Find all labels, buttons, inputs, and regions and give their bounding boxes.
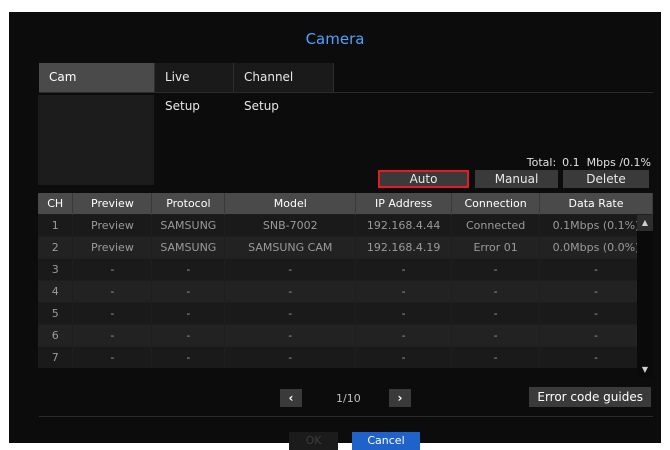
cell-preview: Preview [72, 236, 153, 259]
column-header-model: Model [224, 193, 357, 215]
column-header-ip-address: IP Address [355, 193, 453, 215]
ok-button[interactable]: OK [289, 432, 338, 450]
camera-table: CH Preview Protocol Model IP Address Connecti… [38, 193, 653, 368]
cancel-button[interactable]: Cancel [352, 432, 420, 450]
column-header-ch: CH [38, 193, 74, 215]
column-header-data-rate: Data Rate [539, 193, 653, 215]
cell-protocol: - [151, 280, 226, 303]
cell-model: SNB-7002 [224, 214, 357, 237]
cell-data-rate: - [539, 324, 653, 347]
column-header-connection: Connection [451, 193, 541, 215]
delete-button[interactable]: Delete [563, 170, 649, 188]
table-row[interactable]: 3------ [38, 258, 653, 281]
footer-divider [39, 416, 653, 417]
cell-preview: - [72, 280, 153, 303]
manual-button[interactable]: Manual [475, 170, 558, 188]
cell-data-rate: 0.1Mbps (0.1%) [539, 214, 653, 237]
cell-connection: - [451, 258, 541, 281]
cell-ch: 1 [38, 214, 74, 237]
cell-protocol: - [151, 346, 226, 368]
table-header-row: CH Preview Protocol Model IP Address Connecti… [38, 193, 653, 215]
cell-data-rate: 0.0Mbps (0.0%) [539, 236, 653, 259]
tab-channel-setup[interactable]: Channel Setup [234, 63, 334, 113]
cell-model: - [224, 302, 357, 325]
chevron-right-icon: › [397, 391, 403, 405]
preview-pane [38, 95, 154, 185]
cell-protocol: - [151, 302, 226, 325]
table-scrollbar[interactable]: ▲ ▼ [637, 215, 653, 378]
cell-ip-address: - [355, 346, 453, 368]
cell-ch: 6 [38, 324, 74, 347]
auto-button[interactable]: Auto [378, 170, 469, 188]
table-row[interactable]: 1 Preview SAMSUNG SNB-7002 192.168.4.44 Conne… [38, 214, 653, 237]
cell-model: - [224, 258, 357, 281]
cell-connection: - [451, 324, 541, 347]
chevron-left-icon: ‹ [288, 391, 294, 405]
cell-data-rate: - [539, 258, 653, 281]
column-header-protocol: Protocol [151, 193, 226, 215]
cell-ch: 4 [38, 280, 74, 303]
cell-protocol: - [151, 258, 226, 281]
cell-data-rate: - [539, 346, 653, 368]
page-indicator: 1/10 [336, 392, 361, 405]
camera-dialog: Camera Cam Registration Live Setup Chann… [9, 12, 661, 450]
cell-model: - [224, 280, 357, 303]
dialog-title: Camera [305, 30, 365, 48]
tab-underline [39, 92, 653, 93]
cell-protocol: SAMSUNG [151, 214, 226, 237]
cell-protocol: SAMSUNG [151, 236, 226, 259]
cell-preview: - [72, 346, 153, 368]
cell-ch: 5 [38, 302, 74, 325]
next-page-button[interactable]: › [389, 389, 411, 407]
table-row[interactable]: 4------ [38, 280, 653, 303]
cell-connection: Error 01 [451, 236, 541, 259]
cell-ch: 3 [38, 258, 74, 281]
cell-ch: 7 [38, 346, 74, 368]
table-row[interactable]: 6------ [38, 324, 653, 347]
tab-cam-registration[interactable]: Cam Registration [39, 63, 155, 113]
cell-model: - [224, 324, 357, 347]
table-row[interactable]: 2 Preview SAMSUNG SAMSUNG CAM 192.168.4.19 Er… [38, 236, 653, 259]
cell-preview: Preview [72, 214, 153, 237]
cell-ch: 2 [38, 236, 74, 259]
cell-preview: - [72, 324, 153, 347]
tab-live-setup[interactable]: Live Setup [155, 63, 234, 113]
tab-bar: Cam Registration Live Setup Channel Setu… [39, 63, 334, 113]
cell-connection: - [451, 346, 541, 368]
table-row[interactable]: 7------ [38, 346, 653, 368]
cell-model: - [224, 346, 357, 368]
cell-connection: - [451, 302, 541, 325]
column-header-preview: Preview [72, 193, 153, 215]
cell-protocol: - [151, 324, 226, 347]
scroll-up-icon[interactable]: ▲ [637, 215, 653, 231]
prev-page-button[interactable]: ‹ [280, 389, 302, 407]
cell-preview: - [72, 302, 153, 325]
cell-data-rate: - [539, 280, 653, 303]
cell-ip-address: 192.168.4.44 [355, 214, 453, 237]
scroll-down-icon[interactable]: ▼ [637, 362, 653, 378]
cell-ip-address: - [355, 302, 453, 325]
total-label: Total: [526, 156, 557, 169]
cell-ip-address: - [355, 258, 453, 281]
cell-connection: Connected [451, 214, 541, 237]
cell-ip-address: - [355, 280, 453, 303]
cell-connection: - [451, 280, 541, 303]
total-value: 0.1 Mbps /0.1% [562, 156, 651, 169]
cell-data-rate: - [539, 302, 653, 325]
cell-ip-address: 192.168.4.19 [355, 236, 453, 259]
cell-ip-address: - [355, 324, 453, 347]
error-code-guides-button[interactable]: Error code guides [529, 387, 651, 407]
table-row[interactable]: 5------ [38, 302, 653, 325]
cell-preview: - [72, 258, 153, 281]
cell-model: SAMSUNG CAM [224, 236, 357, 259]
